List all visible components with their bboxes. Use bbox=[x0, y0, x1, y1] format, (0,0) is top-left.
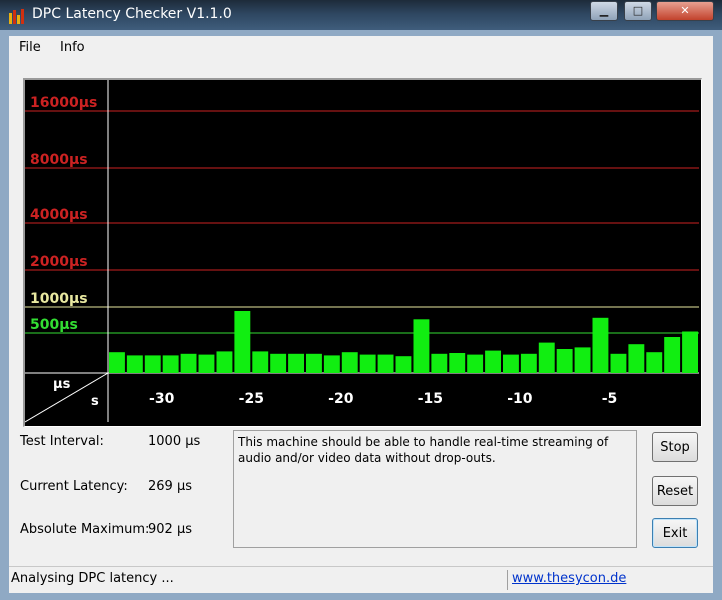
latency-bar bbox=[109, 352, 125, 373]
client-area: 16000µs 8000µs 4000µs 2000µs 1000µs 500µs µs s -… bbox=[9, 60, 713, 566]
latency-bar bbox=[306, 353, 322, 373]
status-separator bbox=[507, 570, 508, 590]
status-text: Analysing DPC latency ... bbox=[11, 571, 174, 586]
latency-bar bbox=[413, 319, 430, 373]
latency-bar bbox=[144, 355, 161, 373]
y-tick-label: 2000µs bbox=[30, 254, 88, 270]
latency-bar bbox=[377, 354, 394, 373]
menu-info[interactable]: Info bbox=[60, 40, 85, 55]
reset-button[interactable]: Reset bbox=[652, 476, 698, 506]
corner-unit-top: µs bbox=[53, 377, 71, 392]
x-tick-label: -20 bbox=[328, 391, 354, 407]
corner-unit-bottom: s bbox=[91, 394, 99, 409]
latency-chart-svg: 16000µs 8000µs 4000µs 2000µs 1000µs 500µs µs s -… bbox=[25, 80, 699, 423]
latency-bar bbox=[216, 351, 233, 373]
y-tick-label: 16000µs bbox=[30, 95, 97, 111]
latency-bar bbox=[592, 317, 609, 373]
latency-bar bbox=[252, 351, 269, 373]
minimize-button[interactable]: ▁ bbox=[590, 1, 618, 21]
app-window: DPC Latency Checker V1.1.0 ▁ □ ✕ File In… bbox=[0, 0, 722, 600]
latency-bar bbox=[574, 347, 591, 373]
y-tick-label: 8000µs bbox=[30, 152, 88, 168]
latency-bar bbox=[270, 353, 287, 373]
latency-chart: 16000µs 8000µs 4000µs 2000µs 1000µs 500µs µs s -… bbox=[23, 78, 702, 427]
window-title: DPC Latency Checker V1.1.0 bbox=[32, 6, 232, 22]
maximize-button[interactable]: □ bbox=[624, 1, 652, 21]
latency-bar bbox=[180, 353, 197, 373]
current-latency-value: 269 µs bbox=[148, 479, 192, 494]
latency-bar bbox=[288, 353, 304, 373]
status-message-box: This machine should be able to handle re… bbox=[233, 430, 637, 548]
latency-bar bbox=[520, 353, 537, 373]
bar-chart-icon bbox=[9, 9, 24, 24]
x-tick-label: -15 bbox=[418, 391, 443, 407]
latency-bar bbox=[503, 354, 519, 373]
latency-bar bbox=[646, 352, 663, 373]
latency-bar bbox=[467, 354, 484, 373]
stop-button[interactable]: Stop bbox=[652, 432, 698, 462]
latency-bar bbox=[556, 349, 573, 373]
latency-bar bbox=[162, 355, 179, 373]
latency-bar bbox=[359, 354, 376, 373]
y-tick-label: 4000µs bbox=[30, 207, 88, 223]
latency-bar bbox=[234, 311, 251, 373]
status-bar: Analysing DPC latency ... www.thesycon.d… bbox=[9, 566, 713, 593]
latency-bar bbox=[664, 337, 681, 373]
latency-bar bbox=[126, 355, 143, 373]
latency-bar bbox=[341, 352, 358, 373]
latency-bar bbox=[395, 356, 412, 373]
current-latency-label: Current Latency: bbox=[20, 479, 128, 494]
exit-button[interactable]: Exit bbox=[652, 518, 698, 548]
website-link[interactable]: www.thesycon.de bbox=[512, 571, 626, 586]
x-tick-label: -5 bbox=[602, 391, 618, 407]
latency-bar bbox=[610, 353, 627, 373]
latency-bar bbox=[538, 342, 555, 373]
x-tick-label: -30 bbox=[149, 391, 175, 407]
x-tick-label: -25 bbox=[239, 391, 264, 407]
menu-file[interactable]: File bbox=[19, 40, 41, 55]
y-tick-label: 1000µs bbox=[30, 291, 88, 307]
latency-bar bbox=[485, 350, 501, 373]
menu-bar: File Info bbox=[9, 36, 713, 60]
latency-bar bbox=[682, 331, 698, 373]
test-interval-value: 1000 µs bbox=[148, 434, 201, 449]
y-tick-label: 500µs bbox=[30, 317, 78, 333]
absolute-maximum-value: 902 µs bbox=[148, 522, 192, 537]
close-button[interactable]: ✕ bbox=[656, 1, 714, 21]
latency-bar bbox=[628, 344, 645, 373]
x-tick-label: -10 bbox=[507, 391, 533, 407]
latency-bar bbox=[431, 353, 448, 373]
test-interval-label: Test Interval: bbox=[20, 434, 104, 449]
title-bar[interactable]: DPC Latency Checker V1.1.0 ▁ □ ✕ bbox=[0, 0, 722, 30]
latency-bar bbox=[449, 353, 466, 373]
absolute-maximum-label: Absolute Maximum: bbox=[20, 522, 150, 537]
latency-bar bbox=[323, 355, 340, 373]
latency-bar bbox=[198, 354, 215, 373]
